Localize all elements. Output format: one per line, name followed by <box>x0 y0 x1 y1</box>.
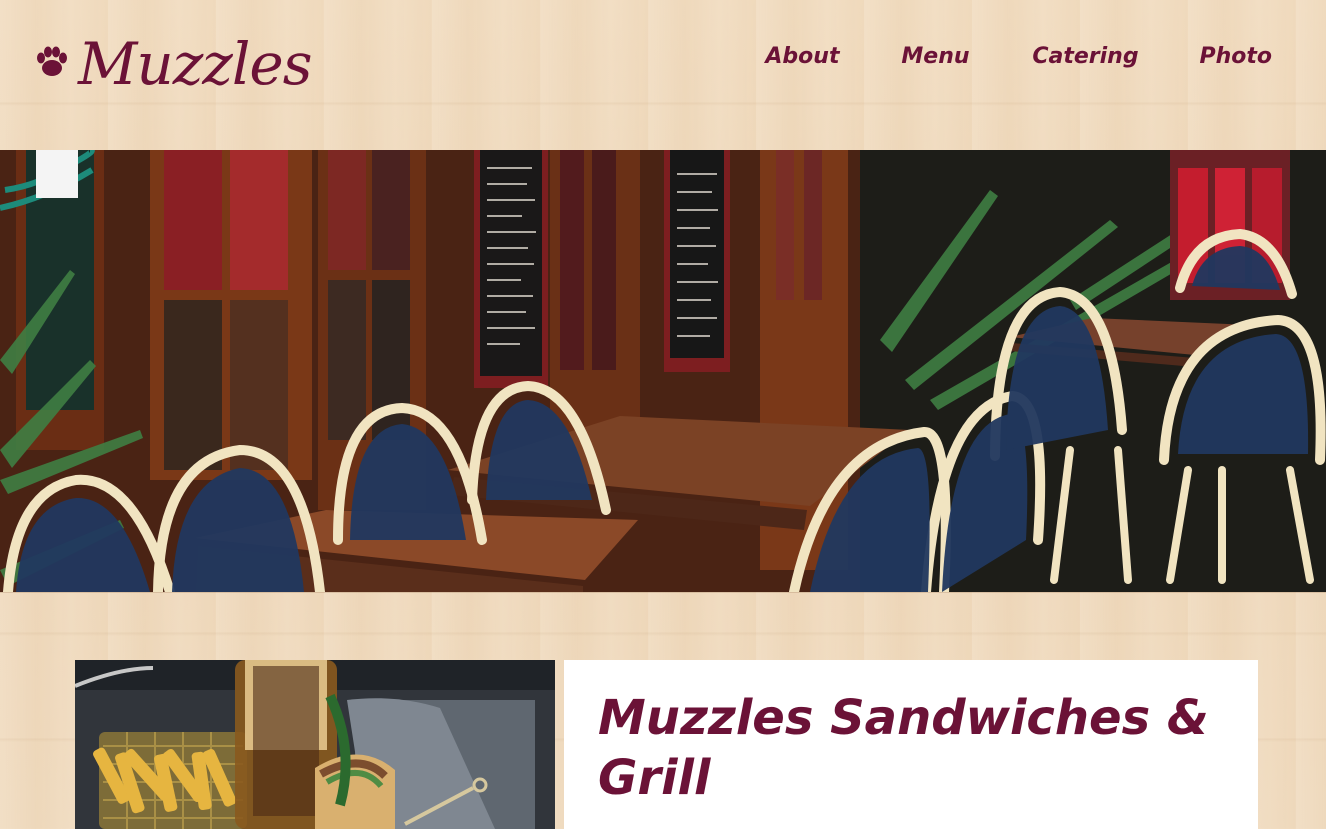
site-header: Muzzles About Menu Catering Photo <box>0 0 1326 150</box>
nav-menu[interactable]: Menu <box>899 44 971 69</box>
food-photo <box>75 660 555 829</box>
feature-section: Muzzles Sandwiches & Grill <box>0 592 1326 829</box>
nav-photo[interactable]: Photo <box>1199 44 1272 69</box>
nav-catering[interactable]: Catering <box>1031 44 1139 69</box>
nav-about[interactable]: About <box>765 44 839 69</box>
logo-link[interactable]: Muzzles <box>30 18 312 110</box>
hero-image <box>0 150 1326 592</box>
logo-text: Muzzles <box>78 30 312 98</box>
paw-icon <box>30 40 78 89</box>
restaurant-info-panel: Muzzles Sandwiches & Grill <box>564 660 1258 829</box>
main-nav: About Menu Catering Photo <box>765 44 1272 69</box>
restaurant-title: Muzzles Sandwiches & Grill <box>598 690 1209 806</box>
